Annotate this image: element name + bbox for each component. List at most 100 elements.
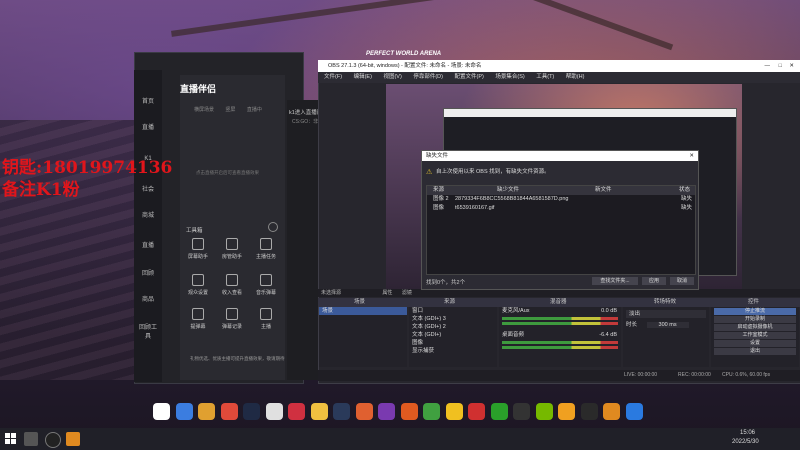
maximize-icon[interactable]: □: [779, 60, 782, 72]
sources-panel: 窗口 文本 (GDI+) 3 文本 (GDI+) 2 文本 (GDI+) 图像 …: [409, 307, 497, 367]
music-icon[interactable]: [288, 403, 305, 420]
menu-file[interactable]: 文件(F): [324, 74, 342, 80]
chart-icon[interactable]: [175, 403, 193, 420]
source-item[interactable]: 窗口: [409, 307, 497, 315]
apply-button[interactable]: 应用: [642, 277, 666, 285]
menu-edit[interactable]: 编辑(E): [354, 74, 372, 80]
sidebar-item-stream[interactable]: 直播: [138, 240, 158, 249]
tool-item[interactable]: 屏幕助手: [184, 238, 212, 262]
live-status: LIVE: 00:00:00: [624, 372, 658, 378]
tool-label: 主播任务: [255, 254, 276, 260]
volume-slider[interactable]: [502, 322, 618, 325]
task-view-icon[interactable]: [24, 432, 38, 446]
k-icon[interactable]: [625, 403, 643, 420]
col-new: 新文件: [595, 187, 612, 193]
menu-docks[interactable]: 停靠部件(D): [413, 74, 443, 80]
windows-start-icon[interactable]: [5, 433, 17, 445]
virtual-camera-button[interactable]: 启动虚拟摄像机: [714, 324, 796, 331]
steam2-icon[interactable]: [333, 403, 350, 420]
table-row[interactable]: 图像 2 2879334F6B8CC5568B81844A6581587D.pn…: [427, 195, 695, 204]
taskbar: 15:06 2022/5/30: [0, 428, 800, 450]
menu-scene-collection[interactable]: 场景集合(S): [495, 74, 524, 80]
transition-select[interactable]: 淡出: [626, 310, 706, 318]
obs-icon[interactable]: [513, 403, 530, 420]
scene-item[interactable]: 场景: [319, 307, 407, 315]
companion-side-panel: [287, 100, 319, 380]
stop-streaming-button[interactable]: 停止推流: [714, 308, 796, 315]
sources-header: 来源: [444, 299, 456, 305]
app-taskbar-icon[interactable]: [66, 432, 80, 446]
sidebar-item-goods[interactable]: 商品: [138, 294, 158, 303]
controls-header: 控件: [748, 299, 760, 305]
source-item[interactable]: 文本 (GDI+) 3: [409, 315, 497, 323]
duration-input[interactable]: 300 ms: [646, 322, 689, 328]
browser-icon[interactable]: [445, 403, 463, 420]
col-source: 来源: [433, 187, 445, 193]
studio-mode-button[interactable]: 工作室模式: [714, 332, 796, 339]
obs-taskbar-icon[interactable]: [45, 432, 61, 448]
tool-item[interactable]: 弹幕记录: [218, 308, 246, 332]
clock-date[interactable]: 2022/5/30: [732, 439, 759, 445]
steam-icon[interactable]: [243, 403, 260, 420]
close-icon[interactable]: ✕: [789, 60, 794, 72]
tool-item[interactable]: 房管助手: [218, 238, 246, 262]
wechat-icon[interactable]: [490, 403, 508, 420]
app-dock: [153, 400, 653, 426]
settings-button[interactable]: 设置: [714, 340, 796, 347]
tool-item[interactable]: 主播任务: [252, 238, 280, 262]
sidebar-item-shop[interactable]: 商城: [138, 210, 158, 219]
tab-live[interactable]: 直播中: [247, 107, 262, 113]
search-folder-button[interactable]: 查找文件夹...: [592, 277, 638, 285]
app-icon[interactable]: [378, 403, 395, 420]
duration-row: 时长 300 ms: [623, 321, 709, 329]
clock-time[interactable]: 15:06: [740, 430, 755, 436]
folder2-icon[interactable]: [558, 403, 575, 420]
g-icon[interactable]: [423, 403, 440, 420]
folder-icon[interactable]: [198, 403, 215, 420]
file-icon[interactable]: [603, 403, 620, 420]
tab-portrait[interactable]: 竖屏: [225, 107, 235, 113]
source-item[interactable]: 图像: [409, 339, 497, 347]
chrome-icon[interactable]: [220, 403, 238, 420]
transitions-header: 转场特效: [654, 299, 677, 305]
menu-tools[interactable]: 工具(T): [536, 74, 554, 80]
dialog-titlebar: 缺失文件 ✕: [422, 151, 698, 161]
cpu-status: CPU: 0.6%, 60.00 fps: [722, 372, 771, 378]
source-item[interactable]: 文本 (GDI+) 2: [409, 323, 497, 331]
minimize-icon[interactable]: —: [765, 60, 771, 72]
volume-slider[interactable]: [502, 346, 618, 349]
app2-icon[interactable]: [580, 403, 598, 420]
sidebar-item-tools[interactable]: 回顾工具: [138, 322, 158, 340]
sidebar-item-social[interactable]: 社会: [138, 184, 158, 193]
game2-icon[interactable]: [400, 403, 418, 420]
filters-button[interactable]: 滤镜: [402, 290, 412, 296]
photo-icon[interactable]: [265, 403, 283, 420]
cancel-button[interactable]: 取消: [670, 277, 694, 285]
source-item[interactable]: 文本 (GDI+): [409, 331, 497, 339]
more-icon[interactable]: [268, 222, 278, 232]
exit-button[interactable]: 退出: [714, 348, 796, 355]
game-icon[interactable]: [355, 403, 373, 420]
sidebar-item-home[interactable]: 首页: [138, 96, 158, 105]
menu-view[interactable]: 视图(V): [383, 74, 401, 80]
wallet-icon[interactable]: [153, 403, 170, 420]
sidebar-item-live[interactable]: 直播: [138, 122, 158, 131]
properties-button[interactable]: 属性: [382, 290, 392, 296]
cat-icon[interactable]: [310, 403, 328, 420]
netease-icon[interactable]: [468, 403, 485, 420]
dialog-close-icon[interactable]: ✕: [689, 151, 694, 161]
menu-profile[interactable]: 配置文件(P): [454, 74, 483, 80]
source-item[interactable]: 显示捕获: [409, 347, 497, 355]
tool-item[interactable]: 主播: [252, 308, 280, 332]
start-recording-button[interactable]: 开始录制: [714, 316, 796, 323]
tool-item[interactable]: 音乐弹幕: [252, 274, 280, 298]
tab-landscape[interactable]: 横屏场景: [194, 107, 214, 113]
tool-item[interactable]: 收入查看: [218, 274, 246, 298]
tool-item[interactable]: 提弹幕: [184, 308, 212, 332]
nvidia-icon[interactable]: [535, 403, 553, 420]
menu-help[interactable]: 帮助(H): [566, 74, 585, 80]
table-row[interactable]: 图像 t6539160167.gif 缺失: [427, 204, 695, 213]
duration-label: 时长: [626, 322, 638, 328]
sidebar-item-replay[interactable]: 回顾: [138, 268, 158, 277]
tool-item[interactable]: 观众设置: [184, 274, 212, 298]
